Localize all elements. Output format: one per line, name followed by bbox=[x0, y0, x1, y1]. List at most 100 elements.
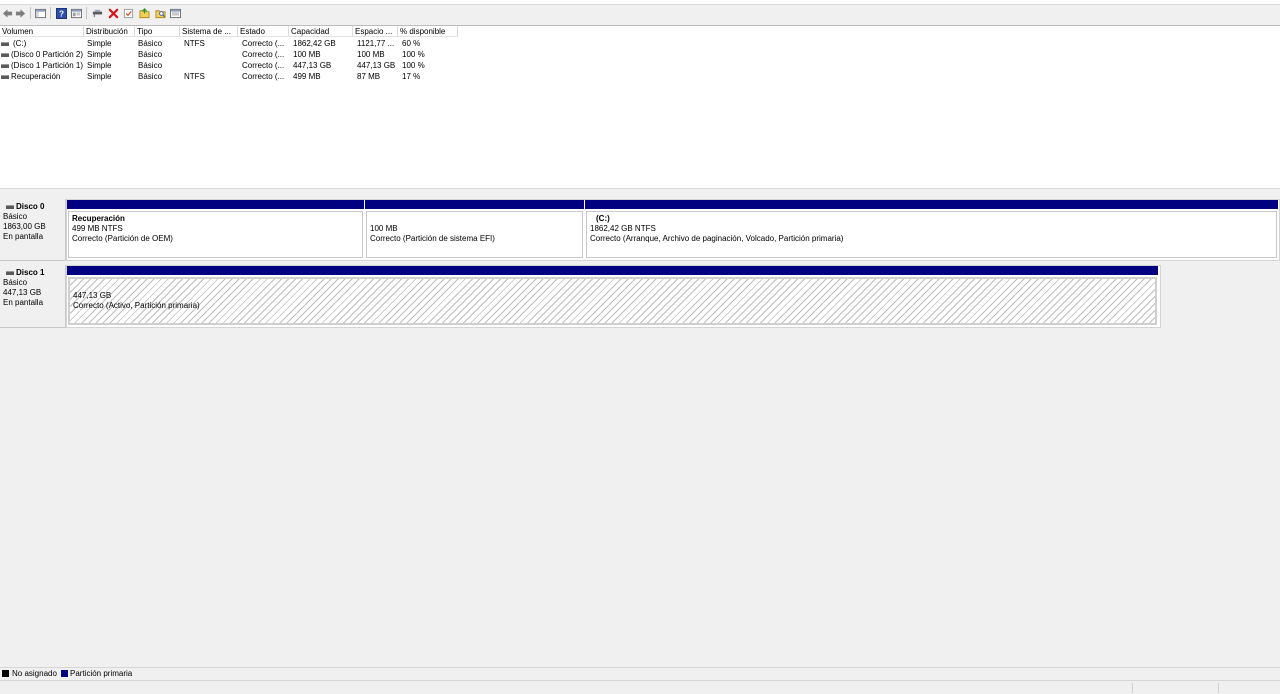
partition-bar bbox=[585, 200, 1278, 209]
cell-capacidad: 499 MB bbox=[293, 72, 321, 81]
cell-estado: Correcto (... bbox=[242, 50, 285, 59]
cell-distribucion: Simple bbox=[87, 72, 112, 81]
toolbar-separator bbox=[86, 7, 87, 19]
cell-estado: Correcto (... bbox=[242, 39, 285, 48]
cell-tipo: Básico bbox=[138, 50, 163, 59]
table-row[interactable]: (C:) Simple Básico NTFS Correcto (... 18… bbox=[0, 38, 460, 49]
cell-distribucion: Simple bbox=[87, 39, 112, 48]
table-row[interactable]: (Disco 1 Partición 1) Simple Básico Corr… bbox=[0, 60, 460, 71]
disk-name: Disco 0 bbox=[16, 202, 45, 211]
cell-capacidad: 447,13 GB bbox=[293, 61, 332, 70]
folder-icon[interactable] bbox=[138, 7, 150, 19]
cell-volumen: (Disco 0 Partición 2) bbox=[11, 50, 84, 59]
toolbar-separator bbox=[30, 7, 31, 19]
cell-sistema: NTFS bbox=[184, 39, 205, 48]
partition-size: 1862,42 GB NTFS bbox=[590, 224, 656, 233]
disk-size: 1863,00 GB bbox=[3, 222, 46, 231]
cell-estado: Correcto (... bbox=[242, 72, 285, 81]
back-arrow-icon[interactable] bbox=[1, 7, 13, 19]
search-folder-icon[interactable] bbox=[154, 7, 166, 19]
partition-status: Correcto (Partición de sistema EFI) bbox=[370, 234, 495, 243]
column-header-sistema[interactable]: Sistema de ... bbox=[180, 26, 238, 37]
details-icon[interactable] bbox=[169, 7, 181, 19]
properties-icon[interactable] bbox=[70, 7, 82, 19]
forward-arrow-icon[interactable] bbox=[14, 7, 26, 19]
cell-capacidad: 1862,42 GB bbox=[293, 39, 336, 48]
pane-splitter[interactable] bbox=[0, 188, 1280, 195]
legend-swatch-primary bbox=[61, 670, 68, 677]
legend-label-unallocated: No asignado bbox=[12, 669, 57, 678]
toolbar-separator bbox=[50, 7, 51, 19]
partition-size: 447,13 GB bbox=[73, 291, 112, 300]
volume-icon bbox=[1, 75, 9, 79]
check-icon[interactable] bbox=[122, 7, 134, 19]
disk-status: En pantalla bbox=[3, 298, 44, 307]
cell-tipo: Básico bbox=[138, 72, 163, 81]
status-divider bbox=[1132, 683, 1133, 693]
partition-name: (C:) bbox=[596, 214, 610, 223]
partition-disco1-1[interactable]: 447,13 GB Correcto (Activo, Partición pr… bbox=[67, 266, 1158, 326]
status-divider bbox=[1218, 683, 1219, 693]
partition-size: 100 MB bbox=[370, 224, 398, 233]
volume-icon bbox=[1, 42, 9, 46]
cell-distribucion: Simple bbox=[87, 50, 112, 59]
volume-list: Volumen Distribución Tipo Sistema de ...… bbox=[0, 25, 1280, 189]
cell-tipo: Básico bbox=[138, 39, 163, 48]
column-header-tipo[interactable]: Tipo bbox=[135, 26, 180, 37]
partition-recuperacion[interactable]: Recuperación 499 MB NTFS Correcto (Parti… bbox=[67, 200, 364, 259]
cell-sistema: NTFS bbox=[184, 72, 205, 81]
console-tree-icon[interactable] bbox=[34, 7, 46, 19]
disk-type: Básico bbox=[3, 212, 28, 221]
disk-size: 447,13 GB bbox=[3, 288, 42, 297]
cell-disponible: 100 % bbox=[402, 50, 425, 59]
column-header-espacio[interactable]: Espacio ... bbox=[353, 26, 398, 37]
cell-disponible: 60 % bbox=[402, 39, 421, 48]
column-header-disponible[interactable]: % disponible bbox=[398, 26, 458, 37]
column-header-volumen[interactable]: Volumen bbox=[0, 26, 84, 37]
disk-icon bbox=[6, 271, 14, 275]
cell-distribucion: Simple bbox=[87, 61, 112, 70]
menu-bar-edge bbox=[0, 0, 1280, 5]
partition-name bbox=[73, 281, 1152, 291]
cell-espacio: 447,13 GB bbox=[357, 61, 396, 70]
partition-c[interactable]: (C:) 1862,42 GB NTFS Correcto (Arranque,… bbox=[585, 200, 1278, 259]
help-icon[interactable]: ? bbox=[55, 7, 67, 19]
cell-disponible: 17 % bbox=[402, 72, 421, 81]
partition-bar bbox=[365, 200, 584, 209]
cell-tipo: Básico bbox=[138, 61, 163, 70]
toolbar: ? bbox=[0, 0, 1280, 24]
partition-status: Correcto (Activo, Partición primaria) bbox=[73, 301, 200, 310]
column-header-capacidad[interactable]: Capacidad bbox=[289, 26, 353, 37]
cell-volumen: (Disco 1 Partición 1) bbox=[11, 61, 84, 70]
disk-name: Disco 1 bbox=[16, 268, 45, 277]
partition-name bbox=[370, 214, 579, 224]
connect-icon[interactable] bbox=[91, 7, 103, 19]
partition-efi[interactable]: 100 MB Correcto (Partición de sistema EF… bbox=[365, 200, 584, 259]
disk-status: En pantalla bbox=[3, 232, 44, 241]
volume-icon bbox=[1, 64, 9, 68]
cell-disponible: 100 % bbox=[402, 61, 425, 70]
legend-swatch-unallocated bbox=[2, 670, 9, 677]
column-header-estado[interactable]: Estado bbox=[238, 26, 289, 37]
legend: No asignado Partición primaria bbox=[0, 667, 1280, 680]
cell-capacidad: 100 MB bbox=[293, 50, 321, 59]
svg-text:?: ? bbox=[58, 9, 63, 18]
partition-name: Recuperación bbox=[72, 214, 125, 223]
cell-volumen: (C:) bbox=[13, 39, 27, 48]
table-row[interactable]: Recuperación Simple Básico NTFS Correcto… bbox=[0, 71, 460, 82]
table-row[interactable]: (Disco 0 Partición 2) Simple Básico Corr… bbox=[0, 49, 460, 60]
partition-bar bbox=[67, 200, 364, 209]
disk-icon bbox=[6, 205, 14, 209]
partition-status: Correcto (Partición de OEM) bbox=[72, 234, 173, 243]
status-bar bbox=[0, 680, 1280, 694]
volume-icon bbox=[1, 53, 9, 57]
delete-icon[interactable] bbox=[107, 7, 119, 19]
cell-volumen: Recuperación bbox=[11, 72, 61, 81]
volume-list-header: Volumen Distribución Tipo Sistema de ...… bbox=[0, 26, 460, 38]
column-header-distribucion[interactable]: Distribución bbox=[84, 26, 135, 37]
disk-1-label[interactable]: Disco 1 Básico 447,13 GB En pantalla bbox=[0, 265, 66, 328]
partition-size: 499 MB NTFS bbox=[72, 224, 123, 233]
disk-0-label[interactable]: Disco 0 Básico 1863,00 GB En pantalla bbox=[0, 199, 66, 261]
partition-status: Correcto (Arranque, Archivo de paginació… bbox=[590, 234, 844, 243]
disk-type: Básico bbox=[3, 278, 28, 287]
